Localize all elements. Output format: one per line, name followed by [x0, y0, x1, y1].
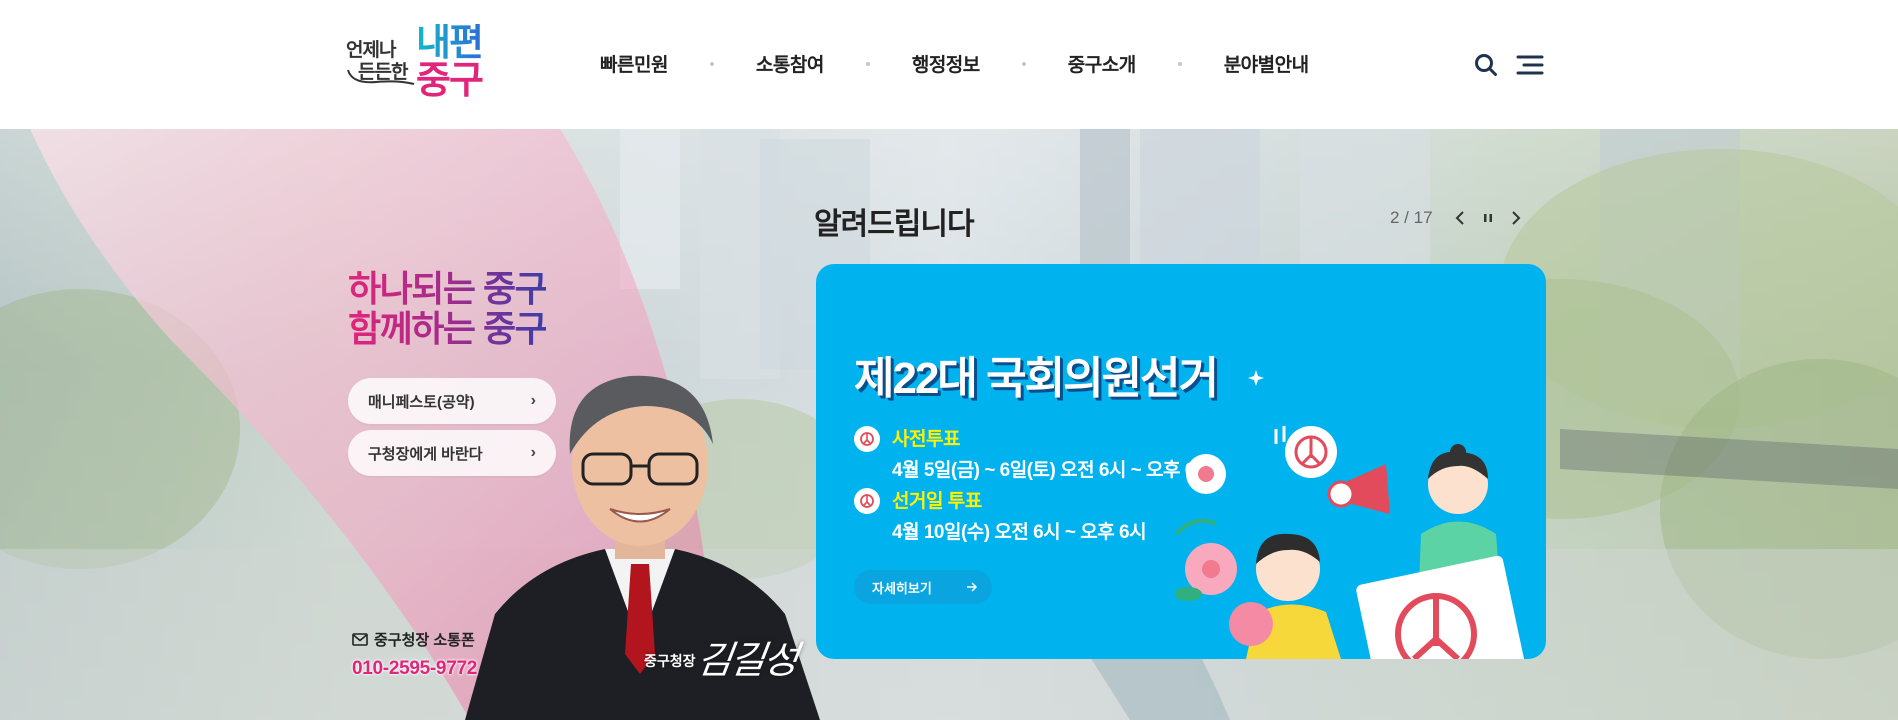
nav-item-admin-info[interactable]: 행정정보: [912, 50, 980, 77]
notice-banner-slide[interactable]: 제22대 국회의원선거 사전투표 4월 5일(금) ~ 6일(토) 오전 6시 …: [816, 264, 1546, 659]
nav-item-participation[interactable]: 소통참여: [756, 50, 824, 77]
logo-sub-line1: 언제나: [346, 40, 396, 61]
notice-title: 알려드립니다: [814, 208, 975, 241]
site-logo[interactable]: 언제나 든든한 내편 중구: [346, 24, 496, 104]
next-slide-button[interactable]: [1511, 211, 1521, 225]
pause-icon: [1483, 214, 1492, 222]
logo-main-line1: 내편: [416, 22, 484, 64]
search-icon: [1475, 54, 1497, 76]
nav-separator: [1021, 61, 1026, 66]
header-actions: [1471, 50, 1545, 80]
main-nav: 빠른민원 소통참여 행정정보 중구소개 분야별안내: [600, 50, 1309, 77]
chevron-left-icon: [1455, 211, 1464, 225]
hero-section: 하나되는 중구 함께하는 중구 매니페스토(공약) › 구청장에게 바란다 › …: [0, 129, 1898, 720]
banner-item-heading: 선거일 투표: [892, 491, 982, 512]
logo-main-line2: 중구: [416, 60, 484, 102]
ballot-stamp-icon: [854, 488, 880, 514]
menu-icon: [1516, 55, 1544, 75]
nav-separator: [1177, 61, 1182, 66]
election-illustration: [1176, 370, 1526, 659]
sotong-phone-number[interactable]: 010-2595-9772: [352, 658, 477, 680]
arrow-right-icon: [967, 582, 978, 592]
prev-slide-button[interactable]: [1455, 211, 1465, 225]
mayor-title: 중구청장: [644, 653, 696, 669]
pause-slide-button[interactable]: [1483, 212, 1493, 224]
logo-swoosh-icon: [347, 69, 415, 85]
logo-main: 내편 중구: [416, 22, 484, 102]
banner-more-button[interactable]: 자세히보기: [854, 570, 992, 604]
banner-item-detail: 4월 10일(수) 오전 6시 ~ 오후 6시: [892, 522, 1147, 543]
sotong-label: 중구청장 소통폰: [374, 632, 475, 649]
slide-counter: 2 / 17: [1390, 208, 1433, 227]
banner-more-label: 자세히보기: [872, 580, 932, 596]
banner-item-detail: 4월 5일(금) ~ 6일(토) 오전 6시 ~ 오후 6시: [892, 460, 1212, 481]
banner-item: 사전투표 4월 5일(금) ~ 6일(토) 오전 6시 ~ 오후 6시: [854, 424, 1212, 482]
banner-item-heading: 사전투표: [892, 429, 960, 450]
nav-item-about[interactable]: 중구소개: [1068, 50, 1136, 77]
mayor-signature: 김길성: [694, 638, 800, 682]
nav-separator: [865, 61, 870, 66]
search-button[interactable]: [1471, 50, 1501, 80]
banner-title: 제22대 국회의원선거: [854, 354, 1219, 403]
menu-button[interactable]: [1515, 50, 1545, 80]
sotong-phone-box: 중구청장 소통폰 010-2595-9772: [352, 629, 477, 680]
banner-item: 선거일 투표 4월 10일(수) 오전 6시 ~ 오후 6시: [854, 486, 1147, 544]
nav-item-field-guide[interactable]: 분야별안내: [1224, 50, 1309, 77]
site-header: 언제나 든든한 내편 중구 빠른민원 소통참여 행정정보 중구소개 분야별안내: [0, 0, 1898, 129]
slider-buttons: [1455, 211, 1521, 225]
slogan-line1: 하나되는 중구: [348, 268, 548, 309]
ballot-stamp-icon: [854, 426, 880, 452]
notice-slider-controls: 2 / 17: [1390, 208, 1521, 228]
sotong-label-row: 중구청장 소통폰: [352, 629, 477, 650]
chevron-right-icon: [1511, 211, 1520, 225]
nav-separator: [709, 61, 714, 66]
mail-icon: [352, 633, 368, 646]
nav-item-quick-civil[interactable]: 빠른민원: [600, 50, 668, 77]
